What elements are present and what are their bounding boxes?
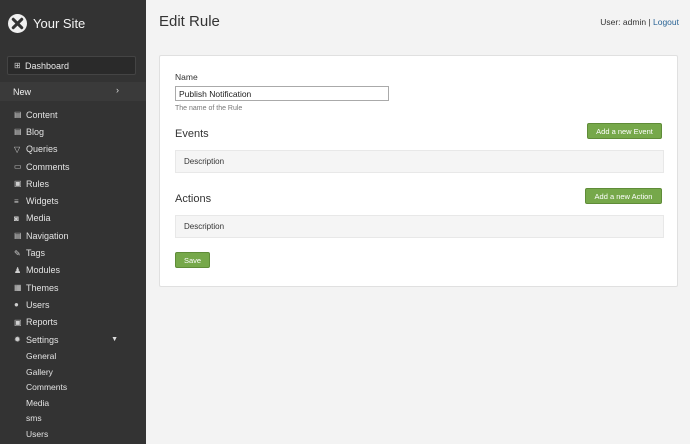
submenu-item-users[interactable]: Users <box>26 426 146 442</box>
sidebar-item-reports[interactable]: ▣ Reports <box>0 314 146 331</box>
sidebar-item-themes[interactable]: ▦ Themes <box>0 279 146 296</box>
sidebar-item-label: Media <box>26 213 51 224</box>
actions-table-header: Description <box>175 215 664 238</box>
sidebar-item-settings[interactable]: ✹ Settings ▼ <box>0 331 146 348</box>
sidebar-nav: ▤ Content ▤ Blog ▽ Queries ▭ Comments ▣ Rules… <box>0 106 146 442</box>
sidebar-item-widgets[interactable]: ≡ Widgets <box>0 192 146 209</box>
themes-icon: ▦ <box>14 283 22 293</box>
site-logo-icon <box>8 13 27 33</box>
comment-icon: ▭ <box>14 162 22 172</box>
sidebar-item-label: Widgets <box>26 196 59 207</box>
submenu-item-label: General <box>26 350 57 361</box>
filter-icon: ▽ <box>14 144 21 154</box>
sidebar-item-label: Settings <box>26 334 59 345</box>
actions-title: Actions <box>175 193 212 205</box>
submenu-item-comments[interactable]: Comments <box>26 379 146 395</box>
submenu-item-label: sms <box>26 413 42 424</box>
sidebar-item-modules[interactable]: ♟ Modules <box>0 262 146 279</box>
sidebar-item-label: Reports <box>26 317 58 328</box>
name-help-text: The name of the Rule <box>175 105 243 112</box>
chevron-down-icon: ▼ <box>111 336 118 343</box>
submenu-item-media[interactable]: Media <box>26 395 146 411</box>
sidebar-item-users[interactable]: ● Users <box>0 296 146 313</box>
sidebar-item-label: Rules <box>26 178 50 189</box>
user-icon: ● <box>14 300 19 310</box>
save-button[interactable]: Save <box>175 252 210 268</box>
name-label: Name <box>175 72 198 82</box>
reports-icon: ▣ <box>14 317 22 327</box>
submenu-item-gallery[interactable]: Gallery <box>26 364 146 380</box>
gear-icon: ✹ <box>14 335 21 344</box>
sidebar-item-label: Navigation <box>26 230 69 241</box>
rules-icon: ▣ <box>14 179 22 189</box>
user-label: User: admin | <box>600 17 653 27</box>
modules-icon: ♟ <box>14 265 22 275</box>
events-title: Events <box>175 128 209 140</box>
sidebar-item-content[interactable]: ▤ Content <box>0 106 146 123</box>
add-event-button[interactable]: Add a new Event <box>587 123 662 139</box>
sidebar-item-label: Queries <box>26 144 58 155</box>
sidebar-item-label: Tags <box>26 248 46 259</box>
sidebar-item-label: Blog <box>26 126 45 137</box>
sidebar-item-label: Themes <box>26 282 59 293</box>
document-icon: ▤ <box>14 127 22 137</box>
page-title: Edit Rule <box>159 13 220 30</box>
submenu-item-label: Media <box>26 397 50 408</box>
sidebar: Your Site ⊞ Dashboard New › ▤ Content ▤ Bl… <box>0 0 146 444</box>
sidebar-item-label: Dashboard <box>25 60 70 71</box>
edit-rule-panel: Name The name of the Rule Events Add a n… <box>159 55 678 287</box>
sidebar-item-label: Modules <box>26 265 61 276</box>
events-table-header: Description <box>175 150 664 173</box>
sidebar-item-comments[interactable]: ▭ Comments <box>0 158 146 175</box>
chevron-right-icon: › <box>116 85 119 95</box>
settings-submenu: General Gallery Comments Media sms Users <box>0 348 146 442</box>
sidebar-item-blog[interactable]: ▤ Blog <box>0 123 146 140</box>
user-bar: User: admin | Logout <box>600 17 679 27</box>
sidebar-item-queries[interactable]: ▽ Queries <box>0 141 146 158</box>
navigation-icon: ▤ <box>14 231 22 241</box>
site-title: Your Site <box>33 15 86 31</box>
sidebar-item-label: Content <box>26 109 58 120</box>
sidebar-item-tags[interactable]: ✎ Tags <box>0 244 146 261</box>
submenu-item-general[interactable]: General <box>26 348 146 364</box>
actions-description-column: Description <box>184 222 225 231</box>
submenu-item-label: Comments <box>26 382 68 393</box>
submenu-item-label: Users <box>26 428 49 439</box>
widgets-icon: ≡ <box>14 196 19 206</box>
sidebar-item-navigation[interactable]: ▤ Navigation <box>0 227 146 244</box>
logout-link[interactable]: Logout <box>653 17 679 27</box>
sidebar-item-rules[interactable]: ▣ Rules <box>0 175 146 192</box>
sidebar-item-label: New <box>13 86 32 97</box>
events-description-column: Description <box>184 157 225 166</box>
brand[interactable]: Your Site <box>8 12 85 34</box>
camera-icon: ◙ <box>14 213 19 223</box>
document-icon: ▤ <box>14 110 22 120</box>
tag-icon: ✎ <box>14 248 21 258</box>
sidebar-item-dashboard[interactable]: ⊞ Dashboard <box>7 56 136 75</box>
add-action-button[interactable]: Add a new Action <box>585 188 662 204</box>
sidebar-item-new[interactable]: New › <box>0 82 146 101</box>
sidebar-item-label: Comments <box>26 161 70 172</box>
grid-icon: ⊞ <box>14 61 21 70</box>
sidebar-item-media[interactable]: ◙ Media <box>0 210 146 227</box>
name-input[interactable] <box>175 86 389 101</box>
submenu-item-label: Gallery <box>26 366 53 377</box>
sidebar-item-label: Users <box>26 299 50 310</box>
submenu-item-sms[interactable]: sms <box>26 411 146 427</box>
